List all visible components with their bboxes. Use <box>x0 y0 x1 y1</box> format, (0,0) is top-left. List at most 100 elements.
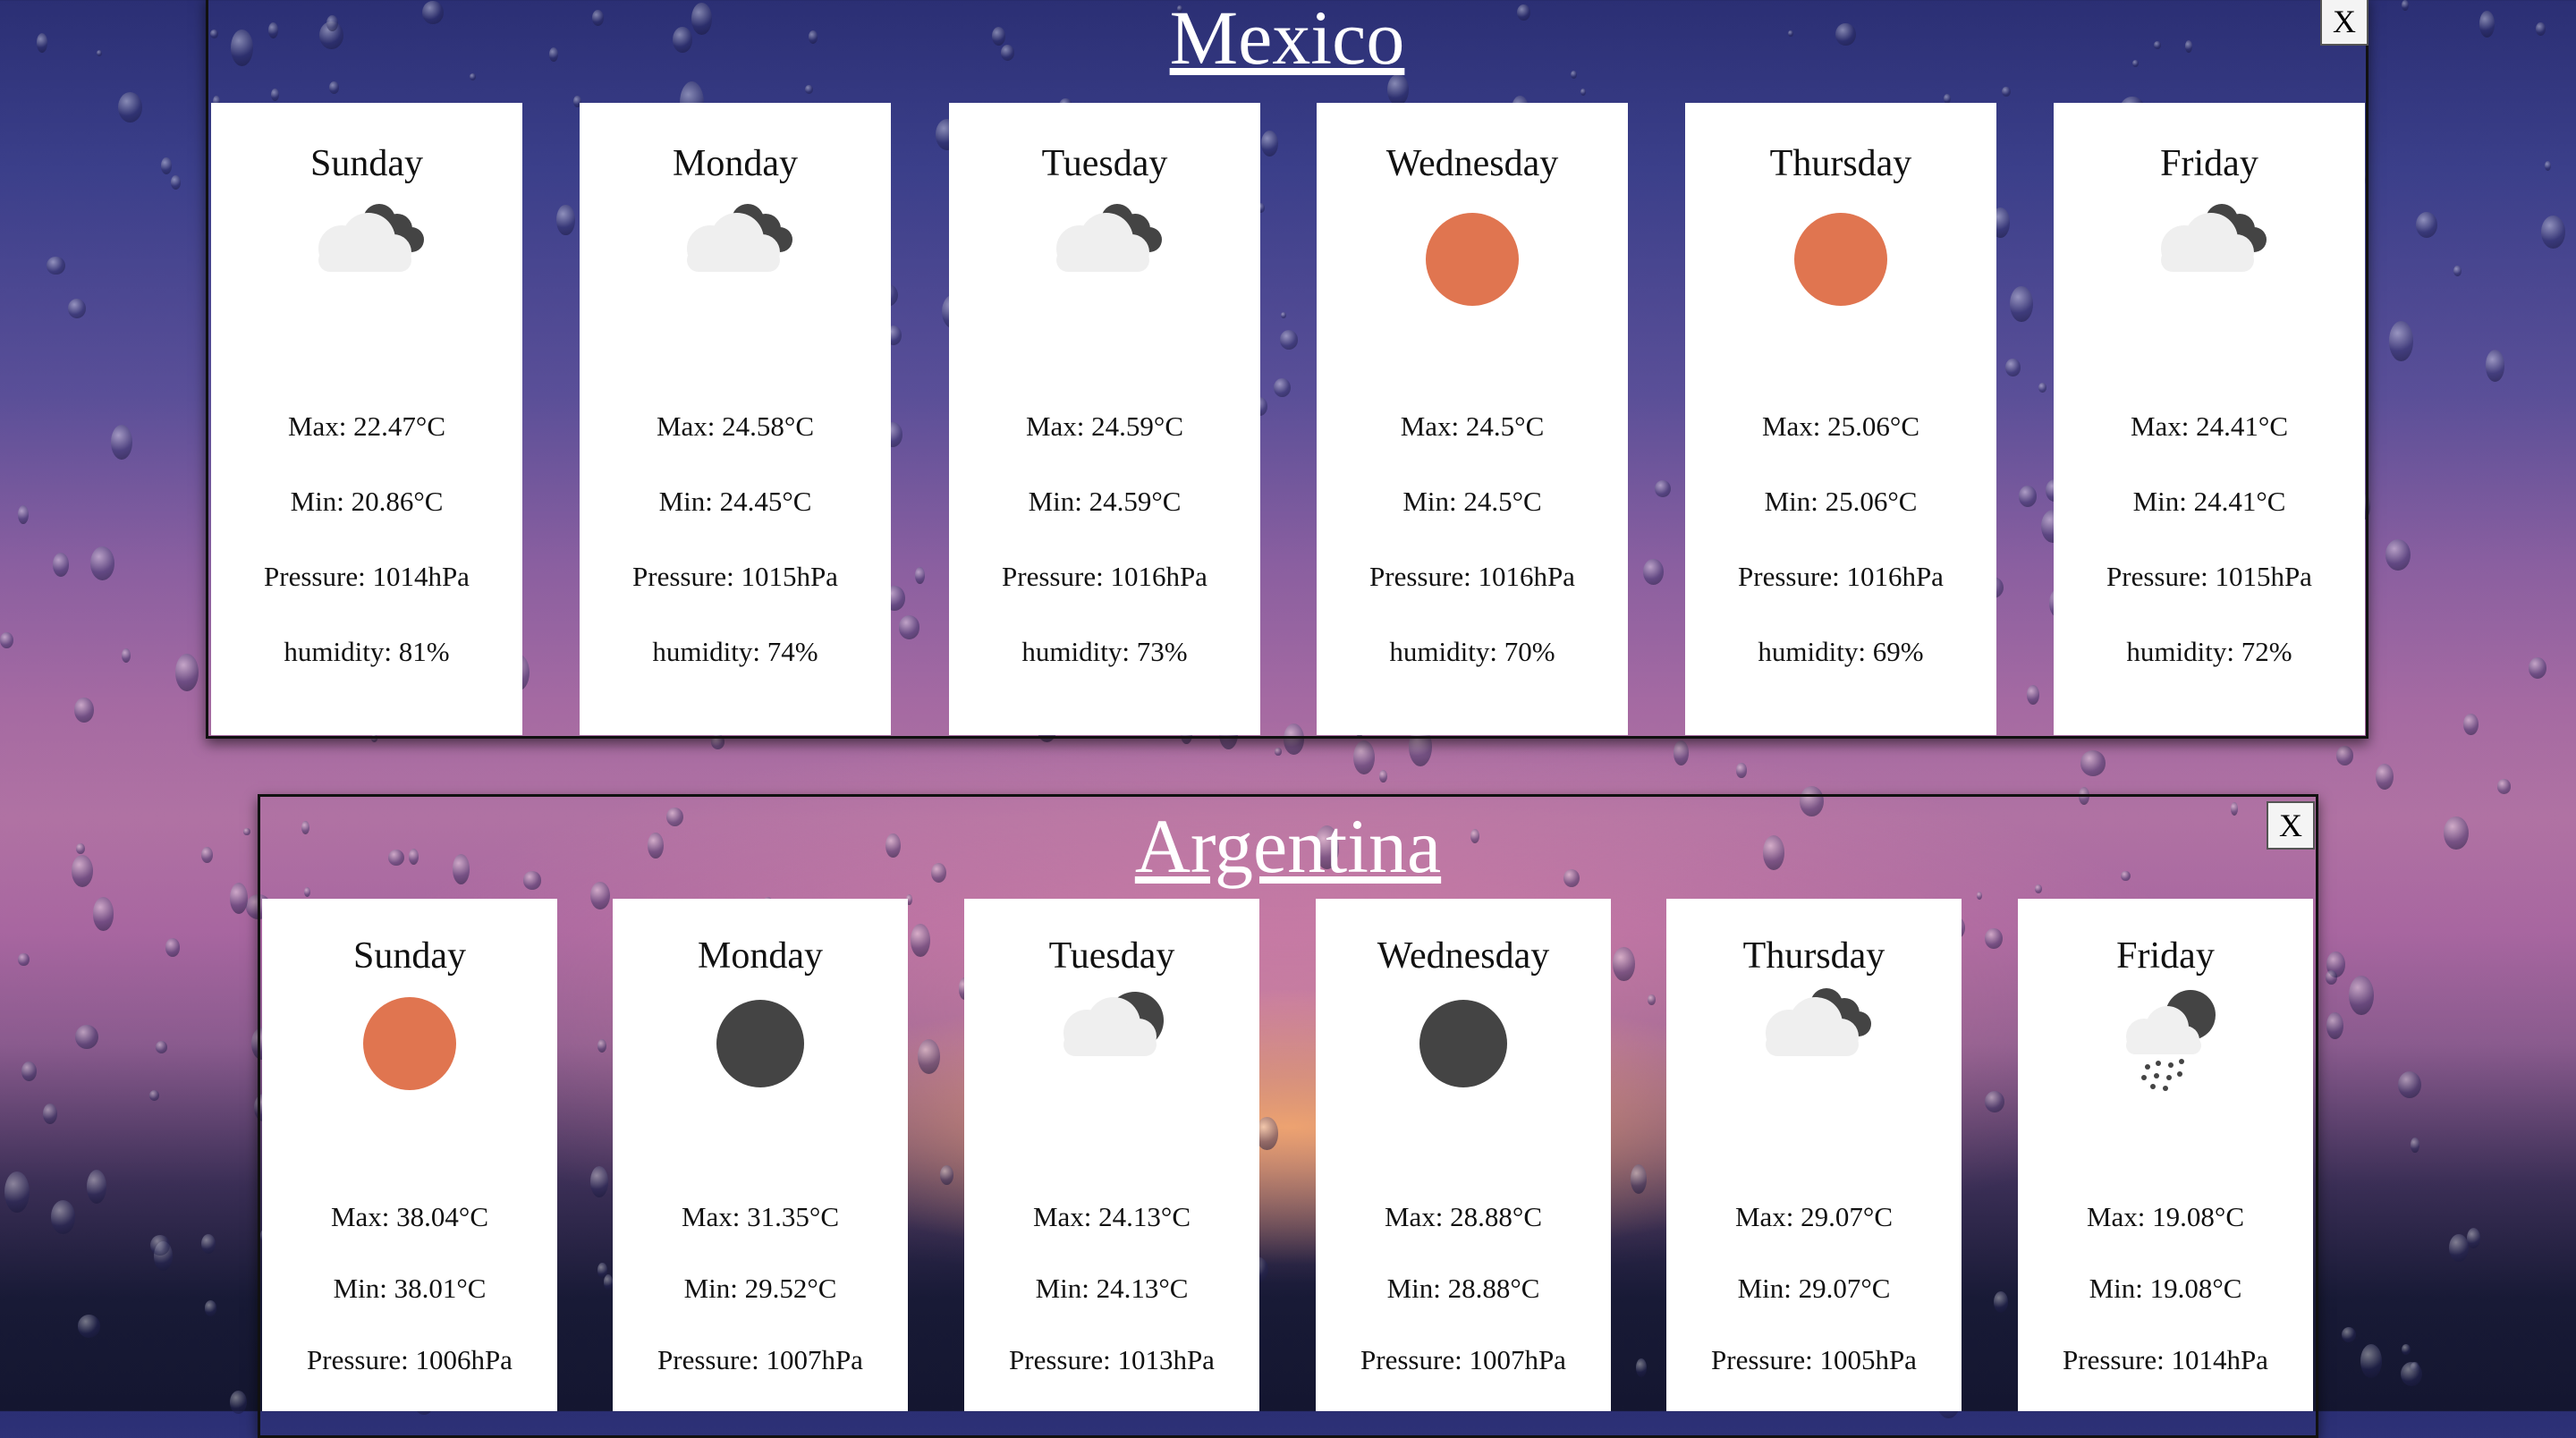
max-temp: Max: 24.58°C <box>656 410 814 442</box>
rain-drop <box>18 952 30 967</box>
rain-drop <box>77 1315 100 1338</box>
min-temp: Min: 29.07°C <box>1737 1273 1891 1304</box>
close-button[interactable]: X <box>2320 0 2368 46</box>
rain-drop <box>111 424 133 461</box>
rain-drop <box>2485 350 2505 382</box>
rain-drop <box>50 1200 76 1235</box>
rain-drop <box>117 91 143 123</box>
rain-drop <box>2541 215 2566 249</box>
humidity: humidity: 73% <box>1021 636 1188 667</box>
min-temp: Min: 38.01°C <box>333 1273 487 1304</box>
humidity: humidity: 81% <box>284 636 450 667</box>
rain-drop <box>2326 969 2337 985</box>
rain-drop <box>170 175 182 190</box>
rain-drop <box>36 32 48 54</box>
city-title[interactable]: Mexico <box>208 0 2366 76</box>
rain-drop <box>1378 769 1387 782</box>
partly-cloudy-icon <box>1024 179 1185 344</box>
pressure: Pressure: 1007hPa <box>1360 1344 1566 1375</box>
min-temp: Min: 24.59°C <box>1028 486 1182 517</box>
forecast-panel-argentina: Argentina X <box>258 794 2318 1438</box>
forecast-panel-mexico: Mexico X <box>206 0 2368 739</box>
rain-drop <box>204 1300 217 1316</box>
rain-drop <box>121 648 131 664</box>
cloud-moon-icon <box>1031 963 1192 1129</box>
rain-drop <box>2397 1071 2421 1099</box>
forecast-day-card: Thursday Max: 25.06°C Min: 25.06°C Pressure… <box>1685 103 1996 735</box>
min-temp: Min: 24.5°C <box>1402 486 1542 517</box>
min-temp: Min: 24.45°C <box>658 486 812 517</box>
rain-drop <box>229 1391 247 1414</box>
rain-drop <box>2400 1361 2423 1387</box>
partly-cloudy-icon <box>286 179 447 344</box>
rain-drop <box>67 298 86 318</box>
max-temp: Max: 25.06°C <box>1761 410 1919 442</box>
rain-drop <box>2385 538 2411 571</box>
pressure: Pressure: 1016hPa <box>1369 561 1575 592</box>
rain-drop <box>161 157 173 174</box>
rain-drop <box>2496 779 2512 794</box>
rain-drop <box>2544 160 2551 172</box>
forecast-day-card: Thursday Max: 29.07°C Min: 29.07°C Pressur… <box>1666 899 1962 1411</box>
max-temp: Max: 24.5°C <box>1400 410 1545 442</box>
rain-drop <box>2415 211 2437 238</box>
humidity: humidity: 70% <box>1389 636 1555 667</box>
rain-drop <box>52 553 70 578</box>
min-temp: Min: 20.86°C <box>290 486 444 517</box>
rain-drop <box>2449 1233 2470 1262</box>
sun-icon <box>1392 179 1553 344</box>
forecast-day-card: Friday Max: 19.08°C Min: 19.08°C Pressure:… <box>2018 899 2313 1411</box>
rain-drop <box>92 897 114 931</box>
pressure: Pressure: 1013hPa <box>1009 1344 1215 1375</box>
rain-drop <box>2444 816 2469 850</box>
partly-cloudy-icon <box>2129 179 2290 344</box>
rain-drop <box>1736 763 1747 778</box>
moon-icon <box>1383 963 1544 1129</box>
rain-drop <box>229 882 248 915</box>
partly-cloudy-icon <box>655 179 816 344</box>
rain-drop <box>74 1024 99 1050</box>
forecast-day-card: Wednesday Max: 28.88°C Min: 28.88°C Pressur… <box>1316 899 1611 1411</box>
pressure: Pressure: 1016hPa <box>1002 561 1208 592</box>
rain-drop <box>2335 746 2354 766</box>
pressure: Pressure: 1016hPa <box>1738 561 1944 592</box>
max-temp: Max: 22.47°C <box>287 410 445 442</box>
forecast-day-card: Wednesday Max: 24.5°C Min: 24.5°C Pressure:… <box>1317 103 1628 735</box>
rain-drop <box>155 1041 168 1053</box>
rain-drop <box>1275 748 1282 756</box>
city-title[interactable]: Argentina <box>260 808 2316 884</box>
pressure: Pressure: 1015hPa <box>2106 561 2312 592</box>
rain-drop <box>18 504 29 524</box>
close-button[interactable]: X <box>2267 801 2315 850</box>
forecast-day-card: Monday Max: 24.58°C Min: 24.45°C Pressure:… <box>580 103 891 735</box>
min-temp: Min: 24.13°C <box>1035 1273 1189 1304</box>
max-temp: Max: 24.41°C <box>2130 410 2288 442</box>
rain-drop <box>2402 1343 2411 1356</box>
min-temp: Min: 24.41°C <box>2132 486 2286 517</box>
rain-drop <box>150 1234 171 1256</box>
max-temp: Max: 31.35°C <box>681 1201 839 1232</box>
forecast-day-card: Friday Max: 24.41°C Min: 24.41°C Pressure:… <box>2054 103 2365 735</box>
min-temp: Min: 28.88°C <box>1386 1273 1540 1304</box>
rain-drop <box>2349 975 2375 1016</box>
rain-drop <box>2375 763 2394 791</box>
rain-drop <box>0 632 13 649</box>
rain-drop <box>201 846 214 864</box>
rain-icon <box>2085 963 2246 1129</box>
rain-drop <box>47 256 65 275</box>
pressure: Pressure: 1007hPa <box>657 1344 863 1375</box>
rain-drop <box>2360 1344 2383 1379</box>
max-temp: Max: 24.13°C <box>1032 1201 1191 1232</box>
rain-drop <box>72 855 94 888</box>
max-temp: Max: 28.88°C <box>1384 1201 1542 1232</box>
rain-drop <box>2388 321 2413 361</box>
rain-drop <box>2411 1138 2419 1153</box>
max-temp: Max: 24.59°C <box>1025 410 1183 442</box>
humidity: humidity: 69% <box>1758 636 1924 667</box>
rain-drop <box>21 1062 37 1082</box>
max-temp: Max: 38.04°C <box>330 1201 488 1232</box>
rain-drop <box>1673 740 1690 766</box>
rain-drop <box>148 1089 160 1102</box>
pressure: Pressure: 1014hPa <box>2063 1344 2268 1375</box>
sun-icon <box>329 963 490 1129</box>
